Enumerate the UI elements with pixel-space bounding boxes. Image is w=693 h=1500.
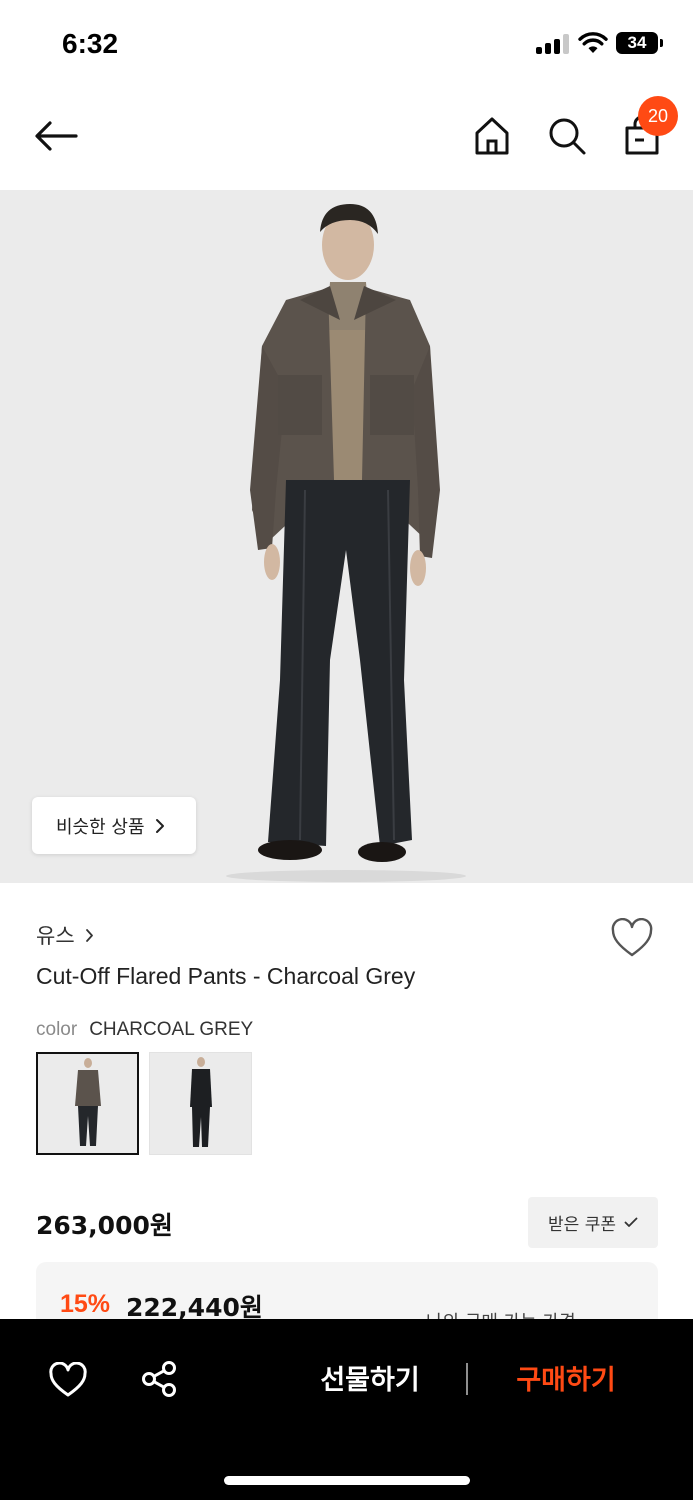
brand-name: 유스 xyxy=(36,924,75,948)
battery-level: 34 xyxy=(627,33,647,52)
similar-products-label: 비슷한 상품 xyxy=(56,816,145,838)
product-price: 263,000원 xyxy=(36,1211,173,1240)
swatch-thumbnail xyxy=(75,1058,101,1146)
received-coupon-button[interactable]: 받은 쿠폰 xyxy=(528,1197,658,1248)
color-swatch-black[interactable] xyxy=(149,1052,252,1155)
swatch-thumbnail xyxy=(190,1057,212,1147)
chevron-right-icon xyxy=(155,818,164,833)
heart-icon[interactable] xyxy=(48,1362,88,1398)
color-row: color CHARCOAL GREY xyxy=(36,1019,253,1041)
status-bar: 6:32 34 xyxy=(0,0,693,88)
bottom-action-bar xyxy=(0,1319,693,1500)
cart-count-badge: 20 xyxy=(638,96,678,136)
wifi-icon xyxy=(578,32,608,53)
product-hero-image[interactable] xyxy=(0,190,693,883)
model-photo xyxy=(226,204,466,882)
buy-button[interactable]: 구매하기 xyxy=(496,1356,636,1406)
search-icon[interactable] xyxy=(547,116,587,156)
home-indicator[interactable] xyxy=(224,1476,470,1485)
color-label: color xyxy=(36,1019,78,1040)
back-arrow-icon[interactable] xyxy=(34,120,78,152)
chevron-right-icon xyxy=(85,928,93,942)
gift-button[interactable]: 선물하기 xyxy=(300,1356,440,1406)
battery-cap xyxy=(660,39,663,47)
color-swatch-charcoal[interactable] xyxy=(36,1052,139,1155)
discount-rate: 15% xyxy=(60,1290,111,1318)
brand-link[interactable]: 유스 xyxy=(36,920,94,950)
home-icon[interactable] xyxy=(474,116,510,156)
share-icon[interactable] xyxy=(140,1360,178,1398)
bottom-bar-divider xyxy=(466,1363,468,1395)
top-navigation xyxy=(0,88,693,190)
check-icon xyxy=(624,1217,638,1227)
color-value: CHARCOAL GREY xyxy=(89,1019,254,1040)
coupon-label: 받은 쿠폰 xyxy=(548,1215,616,1235)
product-title: Cut-Off Flared Pants - Charcoal Grey xyxy=(36,963,416,989)
heart-icon[interactable] xyxy=(610,918,654,958)
battery-icon: 34 xyxy=(616,32,658,54)
status-time: 6:32 xyxy=(62,28,119,59)
similar-products-button[interactable]: 비슷한 상품 xyxy=(32,797,196,854)
cellular-signal-icon xyxy=(536,34,570,54)
